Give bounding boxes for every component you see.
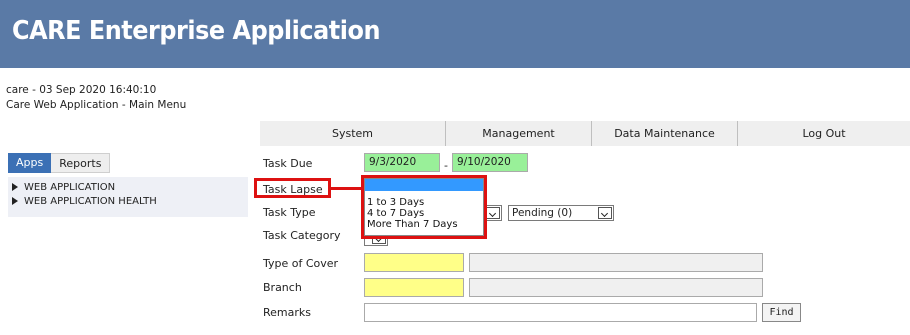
app-banner: CARE Enterprise Application (0, 0, 910, 68)
type-of-cover-description (469, 253, 763, 272)
branch-code-input[interactable] (364, 278, 464, 297)
app-tree: WEB APPLICATION WEB APPLICATION HEALTH (8, 177, 248, 217)
menu-item-log-out[interactable]: Log Out (738, 121, 910, 146)
tree-item-label: WEB APPLICATION HEALTH (24, 196, 157, 207)
task-type-label: Task Type (263, 206, 316, 219)
date-range-separator: - (444, 159, 448, 172)
task-lapse-label-highlight (254, 178, 331, 198)
main-menu: System Management Data Maintenance Log O… (260, 121, 910, 146)
task-due-from-input[interactable]: 9/3/2020 (364, 153, 440, 172)
menu-item-system[interactable]: System (260, 121, 446, 146)
branch-description-value (470, 281, 474, 293)
remarks-input[interactable] (364, 303, 757, 322)
sidebar-tabs: Apps Reports (8, 153, 111, 173)
chevron-down-icon (598, 207, 612, 219)
type-of-cover-code-value (365, 256, 369, 268)
task-due-to-value: 9/10/2020 (457, 156, 511, 168)
type-of-cover-code-input[interactable] (364, 253, 464, 272)
remarks-label: Remarks (263, 306, 311, 319)
expand-arrow-icon[interactable] (12, 183, 18, 191)
type-of-cover-description-value (470, 256, 474, 268)
find-button[interactable]: Find (762, 303, 801, 322)
task-status-select[interactable]: Pending (0) (508, 205, 614, 221)
tree-item-web-application[interactable]: WEB APPLICATION (8, 181, 248, 195)
branch-label: Branch (263, 281, 302, 294)
remarks-value (365, 306, 369, 318)
tree-item-web-application-health[interactable]: WEB APPLICATION HEALTH (8, 195, 248, 209)
task-lapse-dropdown-highlight (361, 175, 487, 239)
expand-arrow-icon[interactable] (12, 197, 18, 205)
type-of-cover-label: Type of Cover (263, 257, 339, 270)
page-subtitle: Care Web Application - Main Menu (6, 99, 187, 111)
menu-item-data-maintenance[interactable]: Data Maintenance (592, 121, 738, 146)
tab-apps[interactable]: Apps (8, 153, 52, 173)
task-due-to-input[interactable]: 9/10/2020 (452, 153, 528, 172)
branch-code-value (365, 281, 369, 293)
task-due-label: Task Due (263, 157, 313, 170)
highlight-connector-line (331, 187, 361, 190)
tab-reports[interactable]: Reports (51, 153, 111, 173)
task-due-from-value: 9/3/2020 (369, 156, 417, 168)
task-status-value: Pending (0) (512, 207, 573, 219)
menu-item-management[interactable]: Management (446, 121, 592, 146)
tree-item-label: WEB APPLICATION (24, 182, 116, 193)
session-info: care - 03 Sep 2020 16:40:10 (6, 84, 157, 96)
app-title: CARE Enterprise Application (12, 16, 381, 46)
branch-description (469, 278, 763, 297)
chevron-down-icon (486, 207, 500, 219)
task-category-label: Task Category (263, 229, 341, 242)
